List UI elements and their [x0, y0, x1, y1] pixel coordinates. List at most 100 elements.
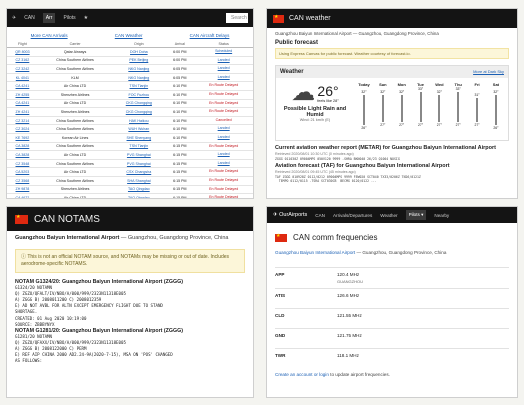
flight-number[interactable]: ZH 9878 — [7, 185, 38, 195]
temp-range-bar — [381, 95, 384, 122]
table-row[interactable]: CA 4672 Air China LTD TAO Qingdao 6:15 PM En… — [7, 193, 253, 198]
origin[interactable]: TSN Tianjin — [112, 81, 166, 91]
flight-number[interactable]: CZ 3024 — [7, 124, 38, 134]
nav-weather[interactable]: Weather — [380, 213, 397, 218]
china-flag-icon — [275, 233, 287, 242]
login-link[interactable]: Create an account or login — [275, 372, 329, 377]
temp-range-bar — [494, 95, 497, 125]
origin[interactable]: PEK Beijing — [112, 56, 166, 66]
comm-title-row: CAN comm frequencies — [275, 233, 509, 242]
flight-number[interactable]: CZ 3548 — [7, 159, 38, 169]
status: En Route Delayed — [194, 167, 253, 177]
flight-number[interactable]: CA 4241 — [7, 81, 38, 91]
origin[interactable]: SHA Shanghai — [112, 176, 166, 186]
comm-location: — Guangzhou, Guangdong Province, China — [355, 250, 447, 255]
origin[interactable]: WUH Wuhan — [112, 124, 166, 134]
origin[interactable]: FOC Fuzhou — [112, 90, 166, 100]
frequency-value: 118.1 MHz — [337, 353, 359, 358]
flight-number[interactable]: CZ 3214 — [7, 116, 38, 126]
flight-number[interactable]: CA 4241 — [7, 99, 38, 109]
forecast-alert: Using Express Canvas for public forecast… — [275, 48, 509, 59]
brand-link[interactable]: ✈ OurAirports — [273, 212, 307, 218]
table-row[interactable]: CZ 3242 China Southern Airlines NKG Nanjin… — [7, 64, 253, 74]
flight-number[interactable]: CZ 3162 — [7, 56, 38, 66]
flight-number[interactable]: CA 3828 — [7, 150, 38, 160]
carrier: China Southern Airlines — [37, 176, 113, 186]
table-row[interactable]: ZH 4241 Shenzhen Airlines CKG Chongqing 6:1… — [7, 107, 253, 117]
table-row[interactable]: KL 4041 KLM NKG Nanjing 6:05 PM Landed — [7, 73, 253, 83]
table-row[interactable]: CA 5203 Air China LTD CSX Changsha 6:15 PM E… — [7, 167, 253, 177]
weather-link[interactable]: CAN Weather — [115, 33, 143, 38]
flight-number[interactable]: QR 8003 — [7, 47, 38, 57]
status: En Route Delayed — [194, 142, 253, 152]
status: Landed — [194, 133, 253, 143]
forecast-day: Today 32° 26° — [356, 82, 372, 140]
origin[interactable]: CKG Chongqing — [112, 99, 166, 109]
flight-number[interactable]: CA 3828 — [7, 142, 38, 152]
delays-link[interactable]: CAN Aircraft Delays — [190, 33, 230, 38]
origin[interactable]: TAO Qingdao — [112, 193, 166, 198]
more-arrivals-link[interactable]: More CAN Arrivals — [31, 33, 68, 38]
origin[interactable]: NKG Nanjing — [112, 64, 166, 74]
origin[interactable]: PVG Shanghai — [112, 159, 166, 169]
nav-pilots[interactable]: Pilots ▾ — [405, 210, 427, 220]
nav-arrivals[interactable]: Arr — [42, 13, 56, 23]
flight-number[interactable]: CZ 3568 — [7, 176, 38, 186]
status: Landed — [194, 56, 253, 66]
wind-text: Wind: 21 km/h (E) — [299, 118, 331, 122]
table-row[interactable]: CZ 3162 China Southern Airlines PEK Beijin… — [7, 56, 253, 66]
comm-footer-text: to update airport frequencies. — [328, 372, 390, 377]
dark-sky-link[interactable]: More at Dark Sky — [473, 69, 504, 75]
forecast-day: Fri 31° 27° — [469, 82, 485, 140]
origin[interactable]: HAK Haikou — [112, 116, 166, 126]
table-row[interactable]: CA 3828 Air China LTD PVG Shanghai 6:15 PM L… — [7, 150, 253, 160]
nav-arrivals[interactable]: Arrivals/Departures — [333, 213, 372, 218]
origin[interactable]: PVG Shanghai — [112, 150, 166, 160]
arrival-time: 6:15 PM — [165, 176, 195, 186]
table-row[interactable]: CZ 3568 China Southern Airlines SHA Shangh… — [7, 176, 253, 186]
flight-number[interactable]: CA 4672 — [7, 193, 38, 198]
flight-number[interactable]: ZH 4255 — [7, 90, 38, 100]
nav-nearby[interactable]: Nearby — [434, 213, 449, 218]
day-name: Fri — [474, 82, 480, 87]
table-row[interactable]: QR 8003 Qatar Airways DOH Doha 6:00 PM Sched… — [7, 47, 253, 57]
origin[interactable]: TSN Tianjin — [112, 142, 166, 152]
metar-title: Current aviation weather report (METAR) … — [275, 145, 496, 151]
nav-can[interactable]: CAN — [315, 213, 325, 218]
origin[interactable]: CKG Chongqing — [112, 107, 166, 117]
flight-number[interactable]: ZH 4241 — [7, 107, 38, 117]
flight-number[interactable]: KL 4041 — [7, 73, 38, 83]
notam-1-body: G1324/20 NOTAMN Q) ZGZU/QFALT/IV/NBO/A/0… — [15, 285, 163, 327]
day-high: 32° — [361, 90, 367, 94]
favorite-icon[interactable]: ★ — [84, 15, 88, 21]
flight-number[interactable]: CA 5203 — [7, 167, 38, 177]
table-row[interactable]: KE 7692 Korean Air Lines SHE Shenyang 6:10 … — [7, 133, 253, 143]
arrival-time: 6:10 PM — [165, 99, 195, 109]
table-row[interactable]: ZH 4255 Shenzhen Airlines FOC Fuzhou 6:10 P… — [7, 90, 253, 100]
table-row[interactable]: CA 4241 Air China LTD CKG Chongqing 6:10 PM… — [7, 99, 253, 109]
origin[interactable]: TAO Qingdao — [112, 185, 166, 195]
nav-pilots[interactable]: Pilots — [63, 15, 75, 21]
arrival-time: 6:10 PM — [165, 107, 195, 117]
origin[interactable]: DOH Doha — [112, 47, 166, 57]
flight-number[interactable]: KE 7692 — [7, 133, 38, 143]
search-input[interactable]: Search — [226, 13, 248, 23]
comm-footer: Create an account or login to update air… — [275, 372, 509, 377]
table-row[interactable]: CZ 3024 China Southern Airlines WUH Wuhan 6… — [7, 124, 253, 134]
nav-can[interactable]: CAN — [24, 15, 35, 21]
table-row[interactable]: CA 4241 Air China LTD TSN Tianjin 6:10 PM En… — [7, 81, 253, 91]
table-row[interactable]: ZH 9878 Shenzhen Airlines TAO Qingdao 6:15 … — [7, 185, 253, 195]
carrier: China Southern Airlines — [37, 56, 113, 66]
table-row[interactable]: CZ 3548 China Southern Airlines PVG Shangh… — [7, 159, 253, 169]
status: Landed — [194, 159, 253, 169]
table-row[interactable]: CA 3828 China Southern Airlines TSN Tianji… — [7, 142, 253, 152]
table-row[interactable]: CZ 3214 China Southern Airlines HAK Haikou… — [7, 116, 253, 126]
carrier: Shenzhen Airlines — [37, 90, 113, 100]
origin[interactable]: NKG Nanjing — [112, 73, 166, 83]
origin[interactable]: CSX Changsha — [112, 167, 166, 177]
site-logo-icon[interactable]: ✈ — [12, 15, 16, 21]
flight-number[interactable]: CZ 3242 — [7, 64, 38, 74]
temp-range-bar — [457, 92, 460, 122]
comm-airport-link[interactable]: Guangzhou Baiyun International Airport — [275, 250, 355, 255]
origin[interactable]: SHE Shenyang — [112, 133, 166, 143]
